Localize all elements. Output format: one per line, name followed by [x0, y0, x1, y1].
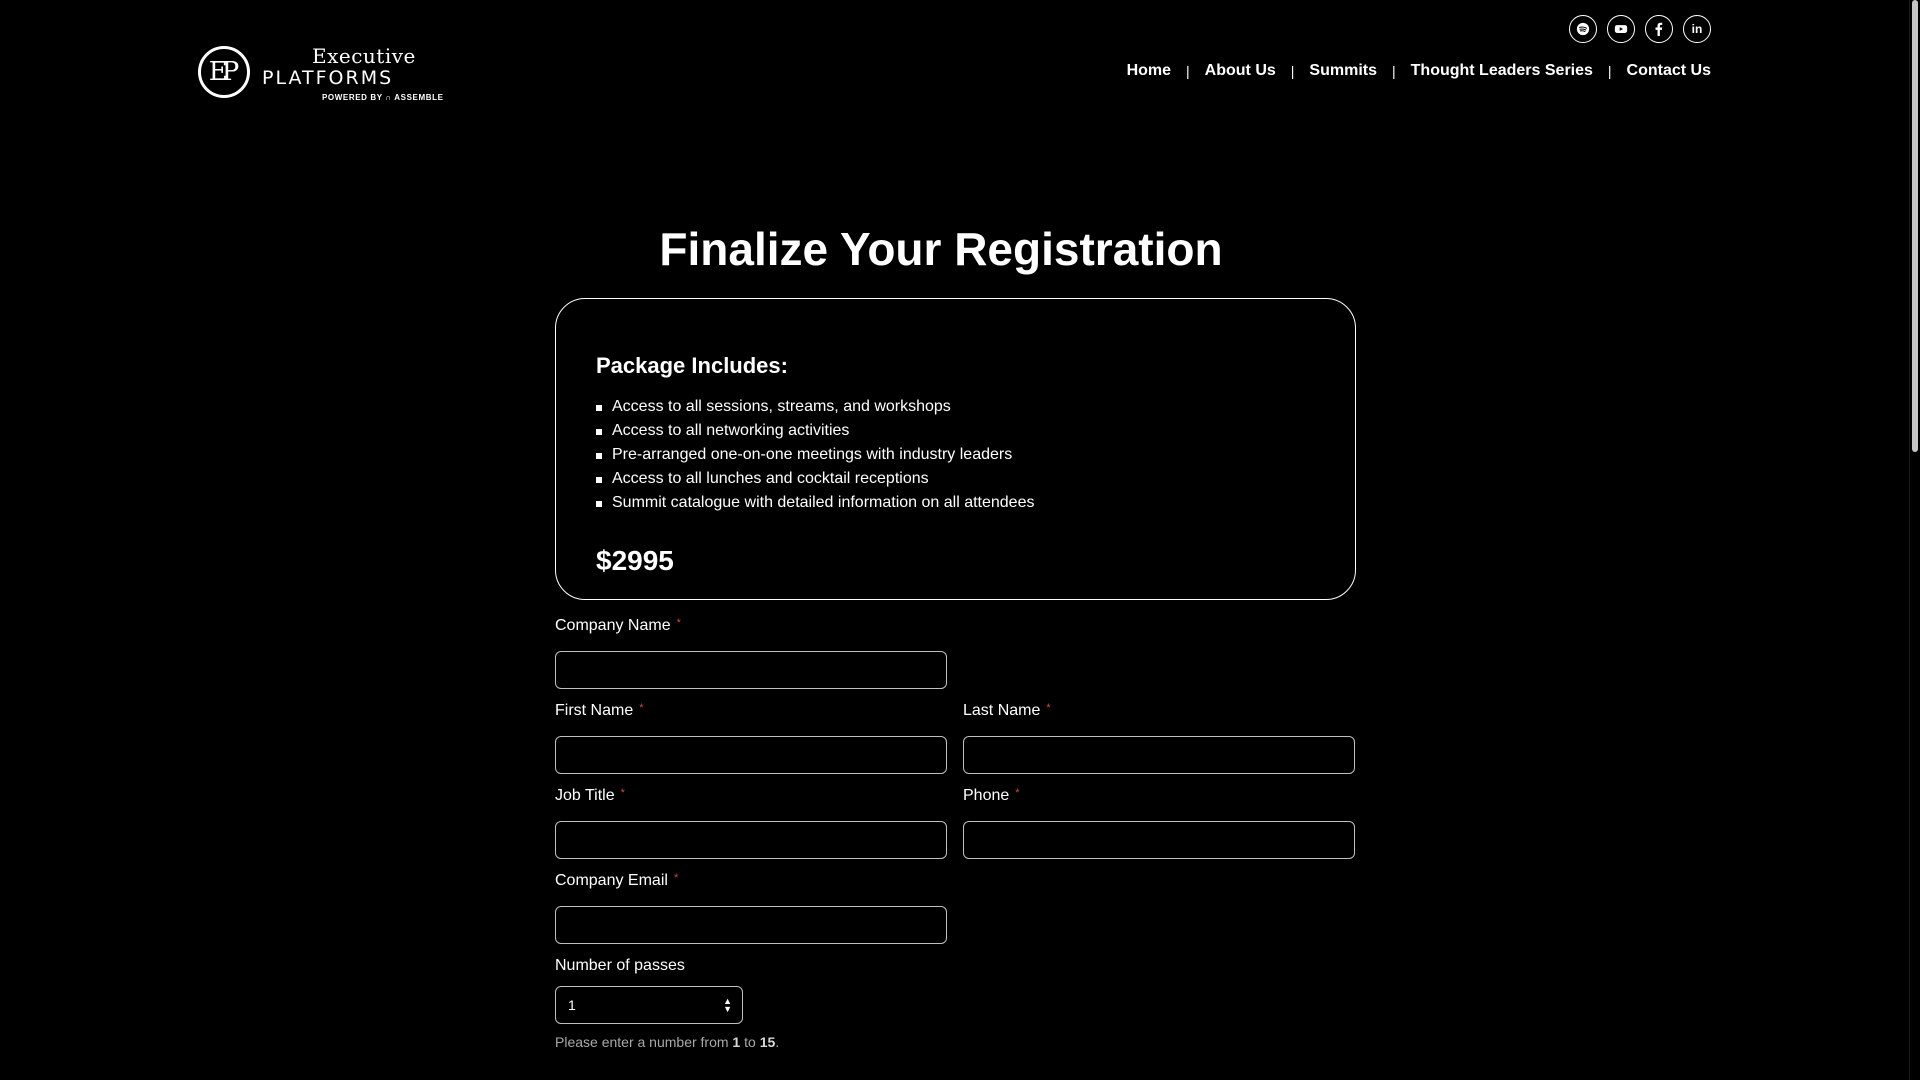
- job-title-group: Job Title *: [555, 787, 947, 859]
- main-nav: Home | About Us | Summits | Thought Lead…: [1127, 62, 1711, 80]
- scrollbar-thumb[interactable]: [1912, 0, 1918, 452]
- hint-suffix: .: [775, 1034, 780, 1050]
- phone-group: Phone *: [963, 787, 1355, 859]
- stepper-arrows-icon[interactable]: ▲ ▼: [723, 997, 732, 1014]
- last-name-group: Last Name *: [963, 702, 1355, 774]
- nav-separator: |: [1392, 63, 1396, 79]
- logo-line-powered-by: POWERED BY ∩ ASSEMBLE: [322, 93, 444, 102]
- company-name-input[interactable]: [555, 651, 947, 689]
- nav-about-us[interactable]: About Us: [1205, 62, 1276, 80]
- last-name-label: Last Name *: [963, 702, 1355, 724]
- first-name-input[interactable]: [555, 736, 947, 774]
- phone-label-text: Phone: [963, 787, 1010, 804]
- page-title: Finalize Your Registration: [0, 222, 1920, 276]
- company-name-label: Company Name *: [555, 617, 947, 639]
- nav-home[interactable]: Home: [1127, 62, 1171, 80]
- package-item: Pre-arranged one-on-one meetings with in…: [596, 443, 1315, 467]
- nav-separator: |: [1186, 63, 1190, 79]
- phone-label: Phone *: [963, 787, 1355, 809]
- hint-max: 15: [759, 1034, 776, 1050]
- company-email-label: Company Email *: [555, 872, 947, 894]
- passes-hint: Please enter a number from 1 to 15.: [555, 1034, 779, 1050]
- logo-line-executive: Executive: [312, 44, 416, 68]
- required-marker: *: [1046, 702, 1051, 714]
- facebook-icon[interactable]: [1645, 15, 1673, 43]
- site-logo[interactable]: EP Executive PLATFORMS POWERED BY ∩ ASSE…: [198, 42, 444, 102]
- ep-logo-mark: EP: [198, 46, 250, 98]
- company-name-group: Company Name *: [555, 617, 947, 689]
- required-marker: *: [676, 617, 681, 629]
- package-price: $2995: [596, 545, 674, 576]
- logo-text: Executive PLATFORMS POWERED BY ∩ ASSEMBL…: [262, 46, 444, 102]
- passes-stepper[interactable]: 1 ▲ ▼: [555, 986, 743, 1024]
- nav-contact-us[interactable]: Contact Us: [1627, 62, 1711, 80]
- required-marker: *: [673, 872, 679, 884]
- job-title-label-text: Job Title: [555, 787, 615, 804]
- package-item: Access to all sessions, streams, and wor…: [596, 395, 1315, 419]
- page: EP Executive PLATFORMS POWERED BY ∩ ASSE…: [0, 0, 1920, 1080]
- company-email-group: Company Email *: [555, 872, 947, 944]
- package-item: Access to all networking activities: [596, 419, 1315, 443]
- page-scrollbar[interactable]: [1909, 0, 1920, 1080]
- spotify-icon[interactable]: [1569, 15, 1597, 43]
- chevron-down-icon[interactable]: ▼: [723, 1005, 732, 1014]
- nav-thought-leaders-series[interactable]: Thought Leaders Series: [1411, 62, 1593, 80]
- nav-separator: |: [1290, 63, 1295, 79]
- company-email-input[interactable]: [555, 906, 947, 944]
- youtube-icon[interactable]: [1607, 15, 1635, 43]
- required-marker: *: [639, 702, 644, 714]
- company-email-label-text: Company Email: [555, 872, 668, 889]
- package-heading: Package Includes:: [596, 353, 788, 378]
- job-title-label: Job Title *: [555, 787, 947, 809]
- last-name-label-text: Last Name: [963, 702, 1041, 719]
- first-name-group: First Name *: [555, 702, 947, 774]
- job-title-input[interactable]: [555, 821, 947, 859]
- social-links: in: [1569, 15, 1711, 43]
- package-item: Summit catalogue with detailed informati…: [596, 491, 1315, 515]
- nav-separator: |: [1607, 63, 1612, 79]
- passes-label: Number of passes: [555, 957, 685, 974]
- first-name-label-text: First Name: [555, 702, 634, 719]
- hint-mid: to: [740, 1034, 760, 1050]
- linkedin-icon-label: in: [1691, 22, 1703, 36]
- package-card: Package Includes: Access to all sessions…: [555, 298, 1356, 600]
- package-list: Access to all sessions, streams, and wor…: [596, 395, 1315, 515]
- required-marker: *: [620, 787, 625, 799]
- last-name-input[interactable]: [963, 736, 1355, 774]
- package-item: Access to all lunches and cocktail recep…: [596, 467, 1315, 491]
- passes-value: 1: [568, 997, 576, 1013]
- required-marker: *: [1015, 787, 1020, 799]
- first-name-label: First Name *: [555, 702, 947, 724]
- page-title-text: Finalize Your Registration: [659, 223, 1223, 275]
- nav-summits[interactable]: Summits: [1309, 62, 1377, 80]
- linkedin-icon[interactable]: in: [1683, 15, 1711, 43]
- hint-prefix: Please enter a number from: [555, 1034, 733, 1050]
- passes-group: Number of passes: [555, 957, 685, 979]
- company-name-label-text: Company Name: [555, 617, 671, 634]
- logo-line-platforms: PLATFORMS: [262, 67, 394, 89]
- phone-input[interactable]: [963, 821, 1355, 859]
